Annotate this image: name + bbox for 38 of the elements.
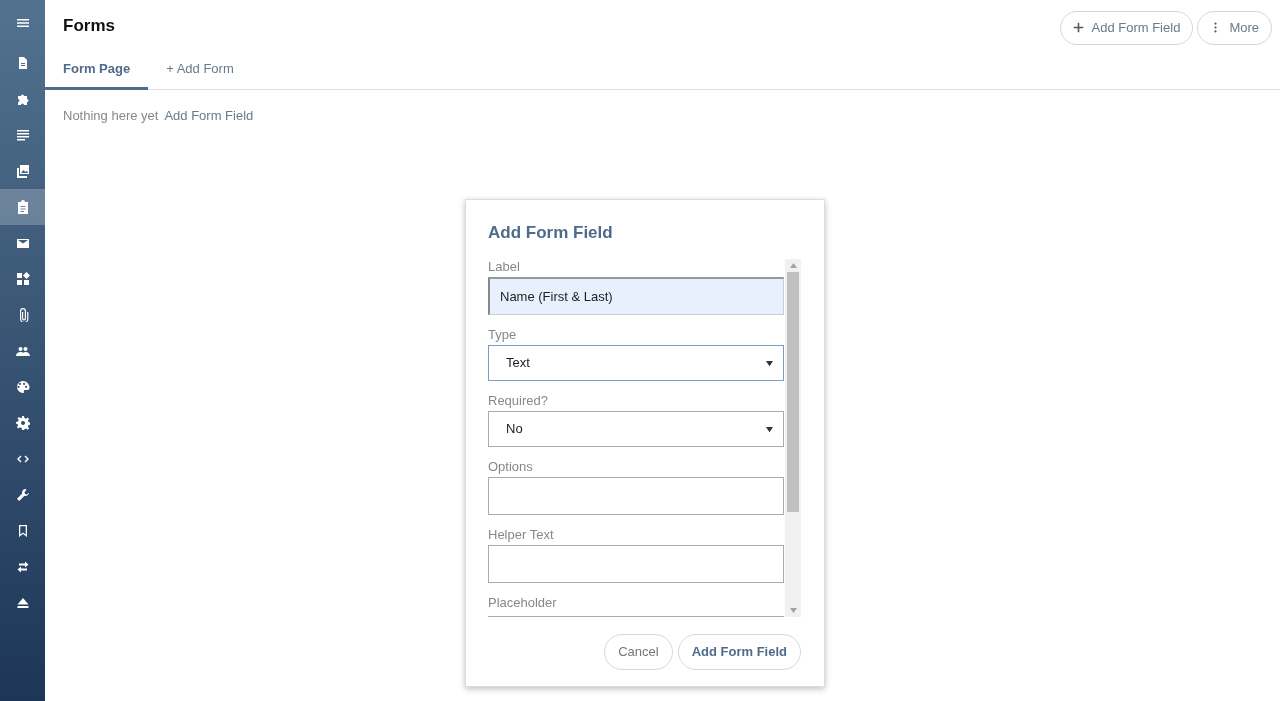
menu-icon bbox=[15, 16, 30, 30]
images-icon bbox=[15, 164, 30, 178]
input-field[interactable] bbox=[488, 545, 784, 583]
more-button[interactable]: More bbox=[1197, 11, 1272, 45]
widgets-icon bbox=[15, 272, 30, 286]
input-field[interactable] bbox=[488, 613, 784, 617]
dialog-title: Add Form Field bbox=[488, 221, 614, 244]
select-field[interactable]: No bbox=[488, 411, 784, 447]
plus-icon bbox=[1072, 22, 1084, 34]
field-label: Required? bbox=[488, 393, 549, 409]
eject-icon bbox=[15, 596, 30, 610]
add-field-link[interactable]: Add Form Field bbox=[164, 106, 254, 126]
clipboard-icon bbox=[15, 200, 30, 214]
palette-icon bbox=[15, 380, 30, 394]
empty-message: Nothing here yet bbox=[63, 107, 159, 125]
field-label: Placeholder bbox=[488, 595, 558, 611]
submit-button[interactable]: Add Form Field bbox=[677, 634, 801, 670]
input-field[interactable]: Name (First & Last) bbox=[488, 277, 784, 315]
input-field[interactable] bbox=[488, 477, 784, 515]
text-lines-icon bbox=[15, 128, 30, 142]
people-icon bbox=[15, 344, 30, 358]
field-label: Label bbox=[488, 259, 521, 275]
settings-icon bbox=[15, 416, 30, 430]
select-field[interactable]: Text bbox=[488, 345, 784, 381]
tab[interactable]: Form Page bbox=[45, 50, 149, 90]
caret-icon bbox=[766, 359, 773, 367]
puzzle-piece-icon bbox=[15, 92, 30, 106]
swap-arrows-icon bbox=[15, 560, 30, 574]
field-label: Type bbox=[488, 327, 518, 343]
add-field-button[interactable]: Add Form Field bbox=[1059, 11, 1194, 45]
field-label: Options bbox=[488, 459, 534, 475]
envelope-icon bbox=[15, 236, 30, 250]
field-label: Helper Text bbox=[488, 527, 555, 543]
tab[interactable]: + Add Form bbox=[148, 50, 252, 90]
wrench-icon bbox=[15, 488, 30, 502]
cancel-button[interactable]: Cancel bbox=[604, 634, 673, 670]
caret-icon bbox=[766, 425, 773, 433]
page-title: Forms bbox=[63, 15, 115, 37]
